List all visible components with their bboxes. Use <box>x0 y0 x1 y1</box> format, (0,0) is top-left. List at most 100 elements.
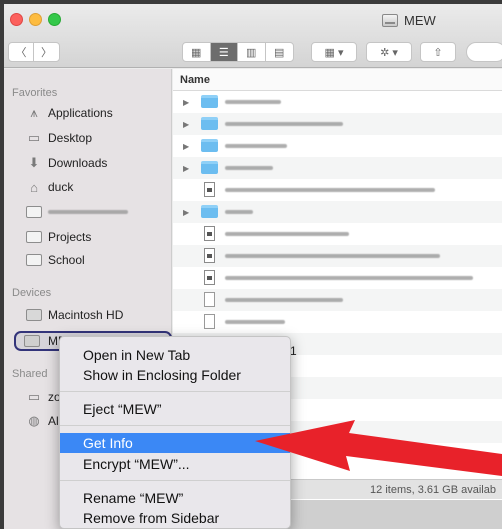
sidebar-item-applications[interactable]: ⩚ Applications <box>26 103 113 123</box>
sidebar-item-shared-computer[interactable]: ▭ zo <box>26 387 61 407</box>
table-row[interactable] <box>173 311 502 333</box>
sidebar-item-label: Desktop <box>48 131 93 145</box>
window-title-text: MEW <box>404 12 436 28</box>
chevron-left-icon[interactable]: 〈 <box>9 43 34 61</box>
sidebar-item-school[interactable]: School <box>26 250 85 270</box>
redacted-filename <box>225 100 281 104</box>
menu-item-encrypt[interactable]: Encrypt “MEW”... <box>60 454 290 474</box>
view-mode-control: ▦ ☰ ▥ ▤ <box>182 42 294 62</box>
desktop-icon: ▭ <box>27 130 41 145</box>
document-icon <box>204 182 215 197</box>
column-view-icon[interactable]: ▥ <box>238 43 266 61</box>
table-row[interactable]: ▶ <box>173 113 502 135</box>
document-icon <box>204 226 215 241</box>
menu-separator <box>60 391 290 392</box>
table-row[interactable] <box>173 289 502 311</box>
menu-item-get-info[interactable]: Get Info <box>60 433 290 453</box>
folder-icon <box>201 117 218 130</box>
redacted-filename <box>225 298 343 302</box>
table-row[interactable]: ▶ <box>173 201 502 223</box>
folder-icon <box>26 253 42 267</box>
devices-heading: Devices <box>12 287 52 299</box>
network-icon: ◍ <box>28 413 40 428</box>
redacted-filename <box>225 320 285 324</box>
redacted-filename <box>225 232 349 236</box>
sidebar-item-label: Applications <box>48 106 113 120</box>
disclosure-triangle-icon[interactable]: ▶ <box>183 208 189 217</box>
disclosure-triangle-icon[interactable]: ▶ <box>183 98 189 107</box>
sidebar-item-redacted-folder[interactable] <box>26 202 128 222</box>
redacted-filename <box>225 166 273 170</box>
sidebar-item-label: Projects <box>48 230 92 244</box>
menu-item-open-in-new-tab[interactable]: Open in New Tab <box>60 345 290 365</box>
back-forward-control: 〈 〉 <box>8 42 60 62</box>
redacted-filename <box>225 254 440 258</box>
menu-item-remove-from-sidebar[interactable]: Remove from Sidebar <box>60 508 290 528</box>
home-icon: ⌂ <box>30 179 38 195</box>
sidebar-item-shared-network[interactable]: ◍ Al <box>26 411 59 431</box>
sidebar-item-desktop[interactable]: ▭ Desktop <box>26 128 92 148</box>
document-icon <box>204 314 215 329</box>
sidebar-item-projects[interactable]: Projects <box>26 227 91 247</box>
minimize-button[interactable] <box>29 13 42 26</box>
context-menu: Open in New Tab Show in Enclosing Folder… <box>59 336 291 529</box>
menu-item-eject[interactable]: Eject “MEW” <box>60 399 290 419</box>
favorites-heading: Favorites <box>12 87 58 99</box>
folder-icon <box>201 161 218 174</box>
folder-icon <box>201 205 218 218</box>
table-row[interactable] <box>173 267 502 289</box>
disclosure-triangle-icon[interactable]: ▶ <box>183 142 189 151</box>
redacted-filename <box>225 188 435 192</box>
computer-icon: ▭ <box>27 389 41 404</box>
table-row[interactable]: ▶ <box>173 157 502 179</box>
drive-icon <box>382 13 398 27</box>
disclosure-triangle-icon[interactable]: ▶ <box>183 164 189 173</box>
redacted-label <box>48 210 128 214</box>
sidebar-item-label: duck <box>48 180 74 194</box>
folder-icon <box>26 230 42 244</box>
name-column-header[interactable]: Name <box>173 69 502 91</box>
table-row[interactable]: ▶ <box>173 135 502 157</box>
menu-item-show-in-enclosing-folder[interactable]: Show in Enclosing Folder <box>60 365 290 385</box>
cover-flow-icon[interactable]: ▤ <box>266 43 293 61</box>
sidebar-item-label: School <box>48 253 85 267</box>
sidebar-item-label: Al <box>48 414 59 428</box>
table-row[interactable] <box>173 179 502 201</box>
redacted-filename <box>225 210 253 214</box>
hard-drive-icon <box>26 308 42 322</box>
table-row[interactable] <box>173 245 502 267</box>
downloads-icon: ⬇ <box>28 155 40 170</box>
document-icon <box>204 270 215 285</box>
external-drive-icon <box>24 334 40 348</box>
sidebar-item-label: Downloads <box>48 156 108 170</box>
applications-icon: ⩚ <box>30 105 38 120</box>
chevron-right-icon[interactable]: 〉 <box>34 43 59 61</box>
sidebar-item-label: Macintosh HD <box>48 308 124 322</box>
menu-item-rename[interactable]: Rename “MEW” <box>60 488 290 508</box>
folder-icon <box>201 95 218 108</box>
share-button[interactable]: ⇧ <box>420 42 456 62</box>
shared-heading: Shared <box>12 368 48 380</box>
document-icon <box>204 248 215 263</box>
menu-separator <box>60 480 290 481</box>
partially-hidden-text: 1 <box>290 344 297 358</box>
folder-icon <box>26 205 42 219</box>
action-gear-button[interactable]: ✲ ▾ <box>366 42 412 62</box>
close-button[interactable] <box>10 13 23 26</box>
table-row[interactable]: ▶ <box>173 91 502 113</box>
sidebar-item-duck[interactable]: ⌂ duck <box>26 177 73 197</box>
redacted-filename <box>225 276 473 280</box>
document-icon <box>204 292 215 307</box>
table-row[interactable] <box>173 223 502 245</box>
title-bar: MEW 〈 〉 ▦ ☰ ▥ ▤ ▦ ▾ ✲ ▾ ⇧ <box>4 4 502 68</box>
folder-icon <box>201 139 218 152</box>
disclosure-triangle-icon[interactable]: ▶ <box>183 120 189 129</box>
zoom-button[interactable] <box>48 13 61 26</box>
icon-view-icon[interactable]: ▦ <box>183 43 211 61</box>
redacted-filename <box>225 144 287 148</box>
arrange-button[interactable]: ▦ ▾ <box>311 42 357 62</box>
list-view-icon[interactable]: ☰ <box>210 43 238 61</box>
tags-button[interactable] <box>466 42 502 62</box>
sidebar-item-macintosh-hd[interactable]: Macintosh HD <box>26 305 123 325</box>
sidebar-item-downloads[interactable]: ⬇ Downloads <box>26 153 108 173</box>
